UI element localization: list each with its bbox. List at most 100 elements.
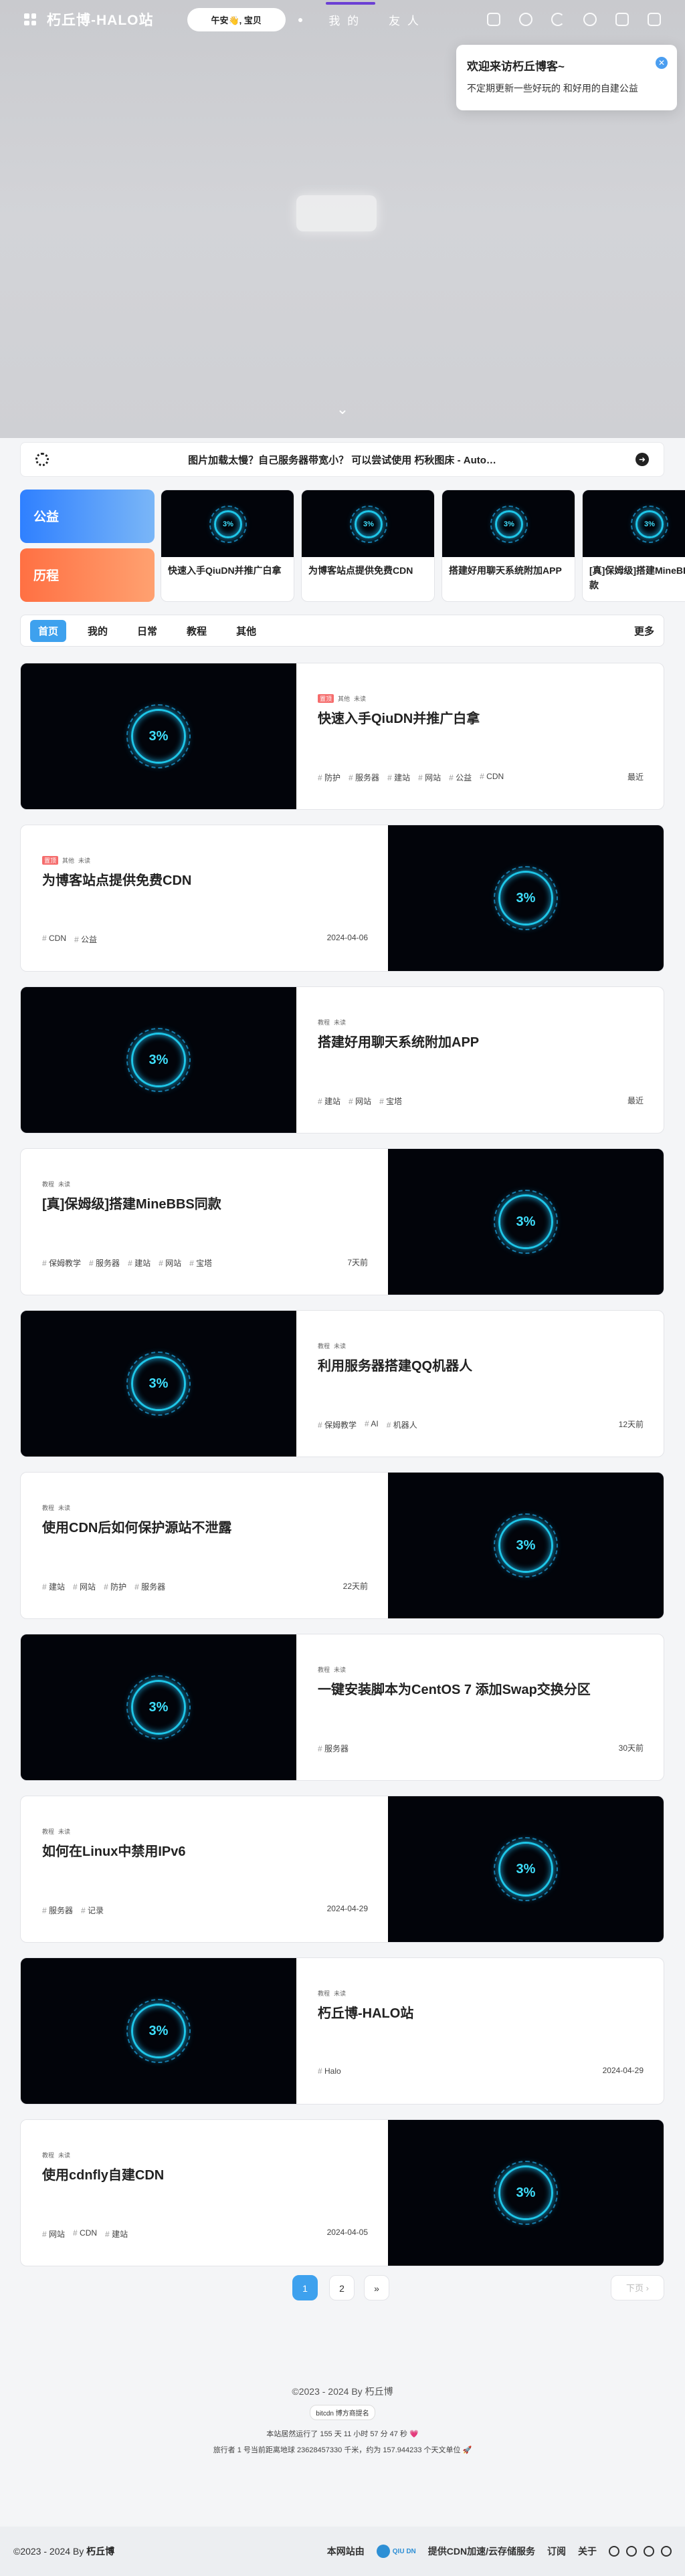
dark-mode-icon[interactable]: [551, 13, 565, 26]
post-badge[interactable]: 其他: [338, 694, 350, 703]
post-tag[interactable]: 网站: [42, 2228, 65, 2240]
post-tag[interactable]: 防护: [318, 772, 340, 783]
mail-icon[interactable]: [626, 2546, 637, 2557]
post-badge[interactable]: 未读: [78, 856, 90, 865]
post-tag[interactable]: 网站: [349, 1095, 371, 1107]
post-tag[interactable]: 记录: [81, 1905, 104, 1916]
bottom-author[interactable]: 朽丘博: [86, 2546, 114, 2557]
post-title[interactable]: 如何在Linux中禁用IPv6: [42, 1840, 185, 1860]
featured-card[interactable]: 3% 快速入手QiuDN并推广白拿: [161, 490, 294, 602]
post-badge[interactable]: 置顶: [318, 694, 334, 703]
arrow-right-icon[interactable]: ➜: [635, 453, 649, 466]
bilibili-icon[interactable]: [661, 2546, 672, 2557]
tab-mine[interactable]: 我的: [80, 620, 116, 642]
featured-title[interactable]: 搭建好用聊天系统附加APP: [442, 557, 575, 585]
subscribe-link[interactable]: 订阅: [547, 2545, 566, 2558]
post-tag[interactable]: 建站: [105, 2228, 128, 2240]
post-thumbnail[interactable]: 3%: [21, 1311, 296, 1457]
post-badge[interactable]: 教程: [42, 2151, 54, 2159]
post-card[interactable]: 3% 置顶其他未读快速入手QiuDN并推广白拿防护服务器建站网站公益 CDN 最近: [20, 663, 664, 810]
cdn-service-text[interactable]: 提供CDN加速/云存储服务: [428, 2545, 535, 2558]
post-badge[interactable]: 未读: [334, 1989, 346, 1998]
post-badge[interactable]: 置顶: [42, 856, 59, 865]
post-thumbnail[interactable]: 3%: [21, 1634, 296, 1780]
post-tag[interactable]: 网站: [418, 772, 441, 783]
post-thumbnail[interactable]: 3%: [388, 1796, 664, 1942]
post-thumbnail[interactable]: 3%: [388, 1149, 664, 1295]
post-title[interactable]: 快速入手QiuDN并推广白拿: [318, 708, 480, 727]
post-tag[interactable]: Halo: [318, 2066, 341, 2076]
post-badge[interactable]: 未读: [58, 1180, 70, 1188]
post-tag[interactable]: 建站: [318, 1095, 340, 1107]
post-card[interactable]: 3% 教程未读搭建好用聊天系统附加APP 建站网站宝塔 最近: [20, 986, 664, 1134]
post-tag[interactable]: 防护: [104, 1581, 126, 1592]
post-badge[interactable]: 未读: [58, 1503, 70, 1512]
featured-card[interactable]: 3% 为博客站点提供免费CDN: [301, 490, 435, 602]
post-card[interactable]: 3% 教程未读朽丘博-HALO站 Halo 2024-04-29: [20, 1957, 664, 2105]
post-card[interactable]: 3% 教程未读使用cdnfly自建CDN 网站 CDN 建站 2024-04-05: [20, 2119, 664, 2266]
search-icon[interactable]: [583, 13, 597, 26]
post-title[interactable]: 朽丘博-HALO站: [318, 2002, 413, 2022]
post-thumbnail[interactable]: 3%: [388, 825, 664, 971]
post-card[interactable]: 3% 置顶其他未读为博客站点提供免费CDN CDN 公益 2024-04-06: [20, 825, 664, 972]
featured-title[interactable]: [真]保姆级]搭建MineBBS同款: [583, 557, 685, 599]
post-badge[interactable]: 教程: [42, 1827, 54, 1836]
close-icon[interactable]: ✕: [656, 57, 668, 69]
post-badge[interactable]: 未读: [334, 1018, 346, 1027]
featured-card[interactable]: 3% [真]保姆级]搭建MineBBS同款: [582, 490, 685, 602]
announcement-bar[interactable]: 图片加载太慢？自己服务器带宽小？ 可以尝试使用 朽秋图床 - Auto… ➜: [20, 442, 664, 477]
post-badge[interactable]: 未读: [334, 1341, 346, 1350]
post-badge[interactable]: 教程: [318, 1989, 330, 1998]
post-tag[interactable]: 建站: [128, 1257, 151, 1269]
post-card[interactable]: 3% 教程未读一键安装脚本为CentOS 7 添加Swap交换分区服务器 30天前: [20, 1634, 664, 1781]
tab-other[interactable]: 其他: [228, 620, 264, 642]
post-badge[interactable]: 未读: [334, 1665, 346, 1674]
post-tag[interactable]: 建站: [387, 772, 410, 783]
tabs-more-link[interactable]: 更多: [634, 624, 654, 638]
post-title[interactable]: 搭建好用聊天系统附加APP: [318, 1031, 479, 1051]
post-tag[interactable]: 服务器: [42, 1905, 73, 1916]
menu-grid-icon[interactable]: [24, 13, 36, 25]
github-icon[interactable]: [609, 2546, 619, 2557]
post-badge[interactable]: 教程: [318, 1018, 330, 1027]
announcement-text[interactable]: 图片加载太慢？自己服务器带宽小？ 可以尝试使用 朽秋图床 - Auto…: [49, 453, 635, 467]
rss-icon[interactable]: [644, 2546, 654, 2557]
grid-icon[interactable]: [648, 13, 661, 26]
post-badge[interactable]: 未读: [58, 2151, 70, 2159]
post-badge[interactable]: 其他: [62, 856, 74, 865]
post-thumbnail[interactable]: 3%: [388, 2120, 664, 2266]
featured-card[interactable]: 3% 搭建好用聊天系统附加APP: [442, 490, 575, 602]
scroll-down-icon[interactable]: ⌄: [333, 400, 352, 419]
feed-icon[interactable]: [487, 13, 500, 26]
post-tag[interactable]: 网站: [73, 1581, 96, 1592]
post-card[interactable]: 3% 教程未读利用服务器搭建QQ机器人保姆教学 AI 机器人 12天前: [20, 1310, 664, 1457]
featured-title[interactable]: 快速入手QiuDN并推广白拿: [161, 557, 294, 585]
random-icon[interactable]: [615, 13, 629, 26]
post-thumbnail[interactable]: 3%: [21, 1958, 296, 2104]
post-tag[interactable]: 网站: [159, 1257, 181, 1269]
next-page-button[interactable]: 下页 ›: [611, 2275, 664, 2300]
page-2-button[interactable]: 2: [329, 2275, 355, 2300]
nav-link-friends[interactable]: 友 人: [389, 11, 421, 28]
category-button-history[interactable]: 历程: [20, 548, 155, 602]
post-card[interactable]: 3% 教程未读使用CDN后如何保护源站不泄露建站网站防护服务器 22天前: [20, 1472, 664, 1619]
post-thumbnail[interactable]: 3%: [388, 1473, 664, 1618]
post-tag[interactable]: 宝塔: [189, 1257, 212, 1269]
post-badge[interactable]: 教程: [42, 1180, 54, 1188]
post-tag[interactable]: 公益: [449, 772, 472, 783]
post-tag[interactable]: 宝塔: [379, 1095, 402, 1107]
post-tag[interactable]: AI: [365, 1419, 378, 1430]
post-thumbnail[interactable]: 3%: [21, 663, 296, 809]
post-title[interactable]: 使用cdnfly自建CDN: [42, 2164, 164, 2183]
post-tag[interactable]: 建站: [42, 1581, 65, 1592]
post-badge[interactable]: 教程: [42, 1503, 54, 1512]
footer-badge[interactable]: bitcdn 博方商提名: [310, 2405, 375, 2420]
about-link[interactable]: 关于: [578, 2545, 597, 2558]
page-1-button[interactable]: 1: [292, 2275, 318, 2300]
post-tag[interactable]: CDN: [42, 934, 66, 945]
post-badge[interactable]: 教程: [318, 1341, 330, 1350]
page-jump-icon[interactable]: »: [364, 2275, 389, 2300]
post-tag[interactable]: 服务器: [318, 1743, 349, 1754]
post-title[interactable]: 利用服务器搭建QQ机器人: [318, 1355, 472, 1374]
post-title[interactable]: [真]保姆级]搭建MineBBS同款: [42, 1193, 221, 1212]
